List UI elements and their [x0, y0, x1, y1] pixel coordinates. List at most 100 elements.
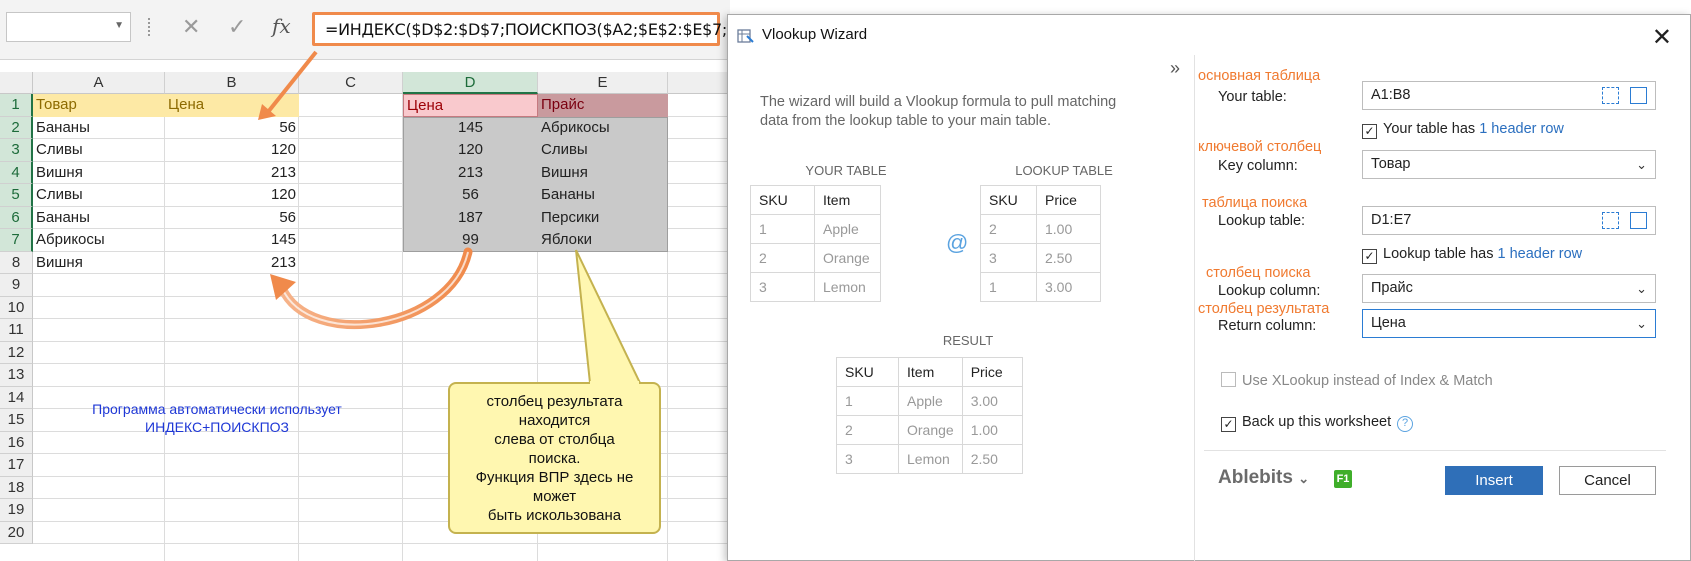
cell-b6[interactable]: 56 — [165, 207, 299, 230]
cell-b4[interactable]: 213 — [165, 162, 299, 185]
cell-e3[interactable]: Сливы — [538, 139, 668, 162]
cell-d3[interactable]: 120 — [403, 139, 538, 162]
cell-a7[interactable]: Абрикосы — [33, 229, 165, 252]
row-header-10[interactable]: 10 — [0, 296, 33, 319]
formula-bar: ▼ ✕ ✓ fx =ИНДЕКС($D$2:$D$7;ПОИСКПОЗ($A2;… — [0, 0, 749, 60]
dialog-title-bar[interactable]: Vlookup Wizard ✕ — [728, 15, 1690, 57]
row-header-17[interactable]: 17 — [0, 454, 33, 477]
your-table-header-link[interactable]: 1 header row — [1479, 121, 1564, 137]
row-header-20[interactable]: 20 — [0, 521, 33, 544]
row-header-4[interactable]: 4 — [0, 161, 33, 184]
cell-b2[interactable]: 56 — [165, 117, 299, 140]
cell-e6[interactable]: Персики — [538, 207, 668, 230]
lookup-table-header-checkbox[interactable]: ✓ Lookup table has 1 header row — [1362, 246, 1582, 264]
cell-e5[interactable]: Бананы — [538, 184, 668, 207]
cell-d4[interactable]: 213 — [403, 162, 538, 185]
checkbox-checked-icon[interactable]: ✓ — [1221, 417, 1236, 432]
enter-formula-icon[interactable]: ✓ — [228, 14, 246, 40]
row-header-3[interactable]: 3 — [0, 139, 33, 162]
column-header-c[interactable]: C — [299, 72, 403, 94]
row-header-11[interactable]: 11 — [0, 319, 33, 342]
row-header-12[interactable]: 12 — [0, 341, 33, 364]
expand-panel-icon[interactable]: » — [1170, 58, 1180, 79]
cell-a2[interactable]: Бананы — [33, 117, 165, 140]
help-icon[interactable]: ? — [1397, 416, 1414, 432]
checkbox-checked-icon[interactable]: ✓ — [1362, 124, 1377, 139]
chevron-down-icon[interactable]: ⌄ — [1636, 310, 1647, 337]
formula-bar-grip[interactable] — [148, 18, 152, 36]
cell-a3[interactable]: Сливы — [33, 139, 165, 162]
formula-input[interactable]: =ИНДЕКС($D$2:$D$7;ПОИСКПОЗ($A2;$E$2:$E$7… — [312, 12, 749, 46]
row-header-6[interactable]: 6 — [0, 206, 33, 229]
column-header-e[interactable]: E — [538, 72, 668, 94]
cell-b7[interactable]: 145 — [165, 229, 299, 252]
column-header-f[interactable] — [668, 72, 730, 94]
cell-b3[interactable]: 120 — [165, 139, 299, 162]
row-header-9[interactable]: 9 — [0, 274, 33, 297]
f1-help-icon[interactable]: F1 — [1334, 470, 1352, 488]
select-range-icon[interactable] — [1602, 87, 1619, 104]
row-header-13[interactable]: 13 — [0, 364, 33, 387]
close-icon[interactable]: ✕ — [1652, 23, 1672, 52]
example-header-cell: SKU — [836, 357, 899, 387]
chevron-down-icon[interactable]: ⌄ — [1636, 275, 1647, 302]
return-column-select[interactable]: Цена ⌄ — [1362, 309, 1656, 338]
checkbox-checked-icon[interactable]: ✓ — [1362, 249, 1377, 264]
name-box[interactable]: ▼ — [6, 12, 131, 42]
column-header-b[interactable]: B — [165, 72, 299, 94]
cell-e1[interactable]: Прайс — [538, 94, 668, 117]
lookup-table-header-link[interactable]: 1 header row — [1497, 246, 1582, 262]
row-header-2[interactable]: 2 — [0, 116, 33, 139]
xlookup-checkbox[interactable]: Use XLookup instead of Index & Match — [1221, 372, 1493, 389]
row-header-5[interactable]: 5 — [0, 184, 33, 207]
name-box-dropdown-icon[interactable]: ▼ — [114, 20, 124, 31]
cell-e4[interactable]: Вишня — [538, 162, 668, 185]
example-header-cell: SKU — [750, 185, 815, 215]
cancel-button[interactable]: Cancel — [1559, 466, 1656, 495]
row-header-1[interactable]: 1 — [0, 94, 33, 117]
column-header-a[interactable]: A — [33, 72, 165, 94]
cell-d7[interactable]: 99 — [403, 229, 538, 252]
row-header-7[interactable]: 7 — [0, 229, 33, 252]
expand-selection-icon[interactable] — [1630, 87, 1647, 104]
cancel-formula-icon[interactable]: ✕ — [182, 14, 200, 40]
row-header-14[interactable]: 14 — [0, 386, 33, 409]
cell-a1[interactable]: Товар — [33, 94, 165, 117]
column-header-d[interactable]: D — [403, 72, 538, 94]
example-header-cell: Item — [898, 357, 963, 387]
cell-e2[interactable]: Абрикосы — [538, 117, 668, 140]
your-table-range-field[interactable]: A1:B8 — [1362, 81, 1656, 110]
expand-selection-icon[interactable] — [1630, 212, 1647, 229]
lookup-table-range-field[interactable]: D1:E7 — [1362, 206, 1656, 235]
cell-e7[interactable]: Яблоки — [538, 229, 668, 252]
cell-b1[interactable]: Цена — [165, 94, 299, 117]
lookup-column-label: Lookup column: — [1218, 283, 1321, 299]
chevron-down-icon[interactable]: ⌄ — [1636, 151, 1647, 178]
cell-d5[interactable]: 56 — [403, 184, 538, 207]
cell-d1[interactable]: Цена — [403, 94, 538, 117]
cell-d6[interactable]: 187 — [403, 207, 538, 230]
cell-a4[interactable]: Вишня — [33, 162, 165, 185]
row-header-15[interactable]: 15 — [0, 409, 33, 432]
row-header-18[interactable]: 18 — [0, 476, 33, 499]
cell-a6[interactable]: Бананы — [33, 207, 165, 230]
row-header-19[interactable]: 19 — [0, 499, 33, 522]
cell-a8[interactable]: Вишня — [33, 252, 165, 275]
your-table-header-checkbox[interactable]: ✓ Your table has 1 header row — [1362, 121, 1564, 139]
select-range-icon[interactable] — [1602, 212, 1619, 229]
row-header-8[interactable]: 8 — [0, 251, 33, 274]
insert-function-icon[interactable]: fx — [272, 14, 291, 38]
backup-checkbox[interactable]: ✓ Back up this worksheet? — [1221, 414, 1414, 432]
checkbox-unchecked-icon[interactable] — [1221, 372, 1236, 387]
cell-b8[interactable]: 213 — [165, 252, 299, 275]
cell-b5[interactable]: 120 — [165, 184, 299, 207]
key-column-select[interactable]: Товар ⌄ — [1362, 150, 1656, 179]
cell-d2[interactable]: 145 — [403, 117, 538, 140]
cell-a5[interactable]: Сливы — [33, 184, 165, 207]
lookup-column-select[interactable]: Прайс ⌄ — [1362, 274, 1656, 303]
select-all-corner[interactable] — [0, 72, 33, 94]
insert-button[interactable]: Insert — [1445, 466, 1543, 495]
ru-return-column-label: столбец результата — [1198, 301, 1330, 317]
ablebits-menu[interactable]: Ablebits ⌄ — [1218, 467, 1309, 489]
row-header-16[interactable]: 16 — [0, 431, 33, 454]
